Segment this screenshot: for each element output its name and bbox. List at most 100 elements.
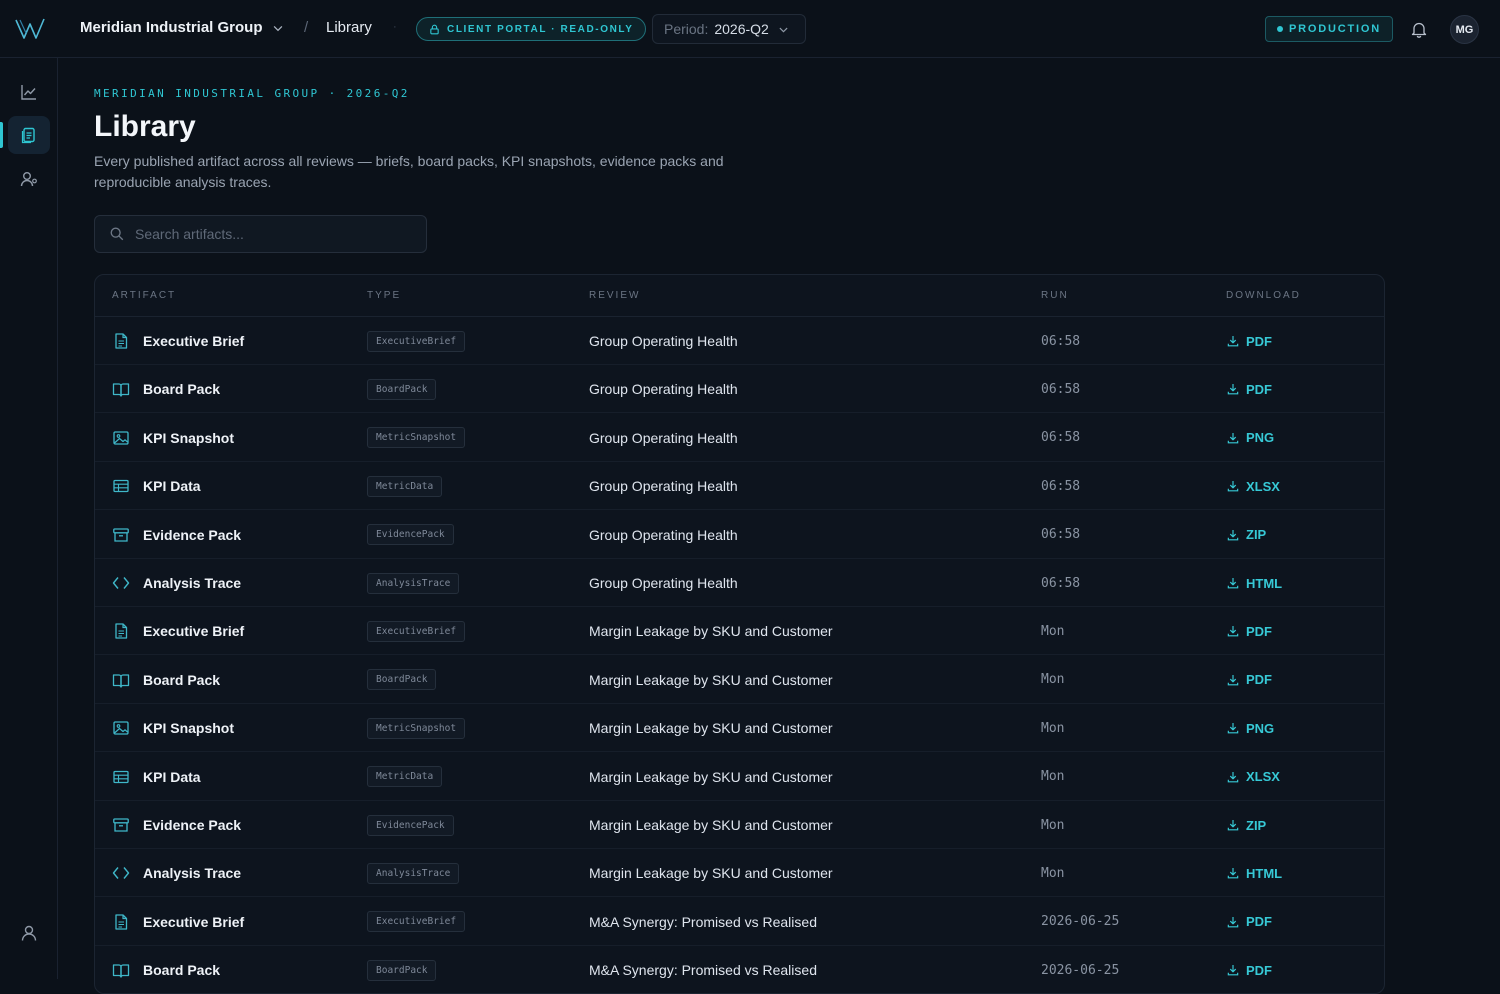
book-icon (112, 383, 130, 398)
avatar[interactable]: MG (1450, 15, 1479, 44)
table-row[interactable]: Board Pack BoardPack Group Operating Healt… (95, 365, 1384, 414)
artifact-cell[interactable]: KPI Data (112, 462, 201, 510)
artifacts-table: ARTIFACT TYPE REVIEW RUN DOWNLOAD Execut… (94, 274, 1385, 994)
artifact-cell[interactable]: Evidence Pack (112, 801, 241, 849)
download-icon (1227, 384, 1239, 395)
artifact-cell[interactable]: Analysis Trace (112, 849, 241, 897)
download-link[interactable]: PDF (1226, 317, 1272, 365)
download-format: ZIP (1246, 817, 1267, 833)
artifact-cell[interactable]: Board Pack (112, 946, 220, 993)
chevron-down-icon (273, 25, 282, 31)
trend-chart-icon (21, 85, 36, 100)
review-cell: Margin Leakage by SKU and Customer (589, 607, 833, 655)
download-link[interactable]: XLSX (1226, 462, 1280, 510)
download-link[interactable]: PNG (1226, 704, 1274, 752)
review-name: Margin Leakage by SKU and Customer (589, 623, 833, 640)
download-link[interactable]: PDF (1226, 365, 1272, 413)
column-header-type[interactable]: TYPE (367, 290, 401, 301)
table-row[interactable]: KPI Snapshot MetricSnapshot Group Operatin… (95, 414, 1384, 462)
run-cell: 06:58 (1041, 511, 1080, 559)
table-row[interactable]: KPI Data MetricData Group Operating Health… (95, 462, 1384, 511)
artifact-cell[interactable]: Executive Brief (112, 317, 244, 365)
artifact-cell[interactable]: Executive Brief (112, 607, 244, 655)
run-time: Mon (1041, 720, 1065, 736)
type-cell: AnalysisTrace (367, 559, 460, 607)
table-row[interactable]: Executive Brief ExecutiveBrief Margin Leak… (95, 607, 1384, 656)
review-name: Margin Leakage by SKU and Customer (589, 720, 833, 737)
search-box[interactable] (94, 215, 427, 253)
table-row[interactable]: Board Pack BoardPack M&A Synergy: Promised… (95, 946, 1384, 993)
artifact-cell[interactable]: Board Pack (112, 656, 220, 704)
download-link[interactable]: PDF (1226, 607, 1272, 655)
artifact-name: KPI Data (143, 768, 201, 785)
download-link[interactable]: PDF (1226, 656, 1272, 704)
download-link[interactable]: XLSX (1226, 753, 1280, 801)
period-select[interactable]: Period: 2026-Q2 (652, 14, 806, 44)
artifact-cell[interactable]: Executive Brief (112, 898, 244, 946)
brand-logo-icon[interactable] (14, 16, 46, 42)
download-link[interactable]: ZIP (1226, 801, 1266, 849)
download-icon (1227, 529, 1239, 540)
artifact-name: Executive Brief (143, 333, 245, 349)
download-link[interactable]: PDF (1226, 898, 1272, 946)
page-eyebrow: MERIDIAN INDUSTRIAL GROUP · 2026-Q2 (94, 87, 410, 100)
artifact-cell[interactable]: Evidence Pack (112, 511, 241, 559)
sidebar-item-library[interactable] (8, 116, 50, 154)
sidebar-item-users[interactable] (8, 160, 50, 198)
table-row[interactable]: KPI Data MetricData Margin Leakage by SKU … (95, 753, 1384, 801)
artifact-cell[interactable]: KPI Data (112, 753, 201, 801)
column-header-artifact[interactable]: ARTIFACT (112, 290, 176, 301)
table-row[interactable]: Board Pack BoardPack Margin Leakage by SKU… (95, 656, 1384, 704)
download-icon (1227, 819, 1239, 831)
type-badge: MetricSnapshot (367, 427, 466, 449)
table-row[interactable]: Analysis Trace AnalysisTrace Margin Leakag… (95, 849, 1384, 898)
document-icon (115, 914, 128, 930)
column-header-review[interactable]: REVIEW (589, 290, 640, 301)
bell-icon[interactable] (1410, 20, 1428, 38)
run-time: 2026-06-25 (1041, 914, 1120, 930)
table-row[interactable]: Evidence Pack EvidencePack Margin Leakage … (95, 801, 1384, 849)
table-row[interactable]: KPI Snapshot MetricSnapshot Margin Leakage… (95, 704, 1384, 753)
review-name: Margin Leakage by SKU and Customer (589, 817, 833, 833)
document-icon (115, 623, 128, 640)
artifact-cell[interactable]: Board Pack (112, 365, 220, 413)
type-cell: BoardPack (367, 656, 437, 704)
review-cell: Group Operating Health (589, 365, 738, 413)
sidebar-item-analytics[interactable] (8, 73, 50, 111)
run-cell: Mon (1041, 607, 1064, 655)
table-row[interactable]: Executive Brief ExecutiveBrief M&A Synergy… (95, 898, 1384, 946)
type-cell: AnalysisTrace (367, 849, 460, 897)
download-format: PDF (1246, 381, 1272, 397)
artifact-cell[interactable]: Analysis Trace (112, 559, 241, 607)
sidebar-item-profile[interactable] (8, 914, 50, 952)
column-header-download[interactable]: DOWNLOAD (1226, 290, 1301, 301)
review-name: M&A Synergy: Promised vs Realised (589, 913, 817, 930)
org-switcher[interactable]: Meridian Industrial Group (80, 19, 285, 36)
download-format: XLSX (1246, 769, 1280, 785)
download-link[interactable]: HTML (1226, 849, 1282, 897)
review-name: Margin Leakage by SKU and Customer (589, 671, 833, 688)
download-link[interactable]: PDF (1226, 946, 1272, 993)
documents-icon (21, 127, 35, 144)
avatar-initials: MG (1455, 23, 1474, 36)
type-badge: BoardPack (367, 959, 437, 981)
download-link[interactable]: ZIP (1226, 511, 1266, 559)
search-input[interactable] (135, 226, 415, 242)
status-dot-icon (1277, 26, 1283, 32)
run-time: Mon (1041, 623, 1065, 639)
download-link[interactable]: HTML (1226, 559, 1282, 607)
artifact-cell[interactable]: KPI Snapshot (112, 414, 234, 462)
code-icon (112, 867, 130, 880)
download-link[interactable]: PNG (1226, 414, 1274, 462)
column-header-run[interactable]: RUN (1041, 290, 1069, 301)
download-format: PNG (1246, 720, 1275, 736)
run-time: Mon (1041, 817, 1065, 833)
artifact-cell[interactable]: KPI Snapshot (112, 704, 234, 752)
artifact-name: Board Pack (143, 381, 221, 398)
type-cell: EvidencePack (367, 511, 454, 559)
archive-icon (113, 818, 129, 832)
table-row[interactable]: Analysis Trace AnalysisTrace Group Operati… (95, 559, 1384, 607)
table-row[interactable]: Evidence Pack EvidencePack Group Operating… (95, 511, 1384, 559)
table-row[interactable]: Executive Brief ExecutiveBrief Group Opera… (95, 317, 1384, 365)
type-badge: EvidencePack (367, 524, 454, 546)
